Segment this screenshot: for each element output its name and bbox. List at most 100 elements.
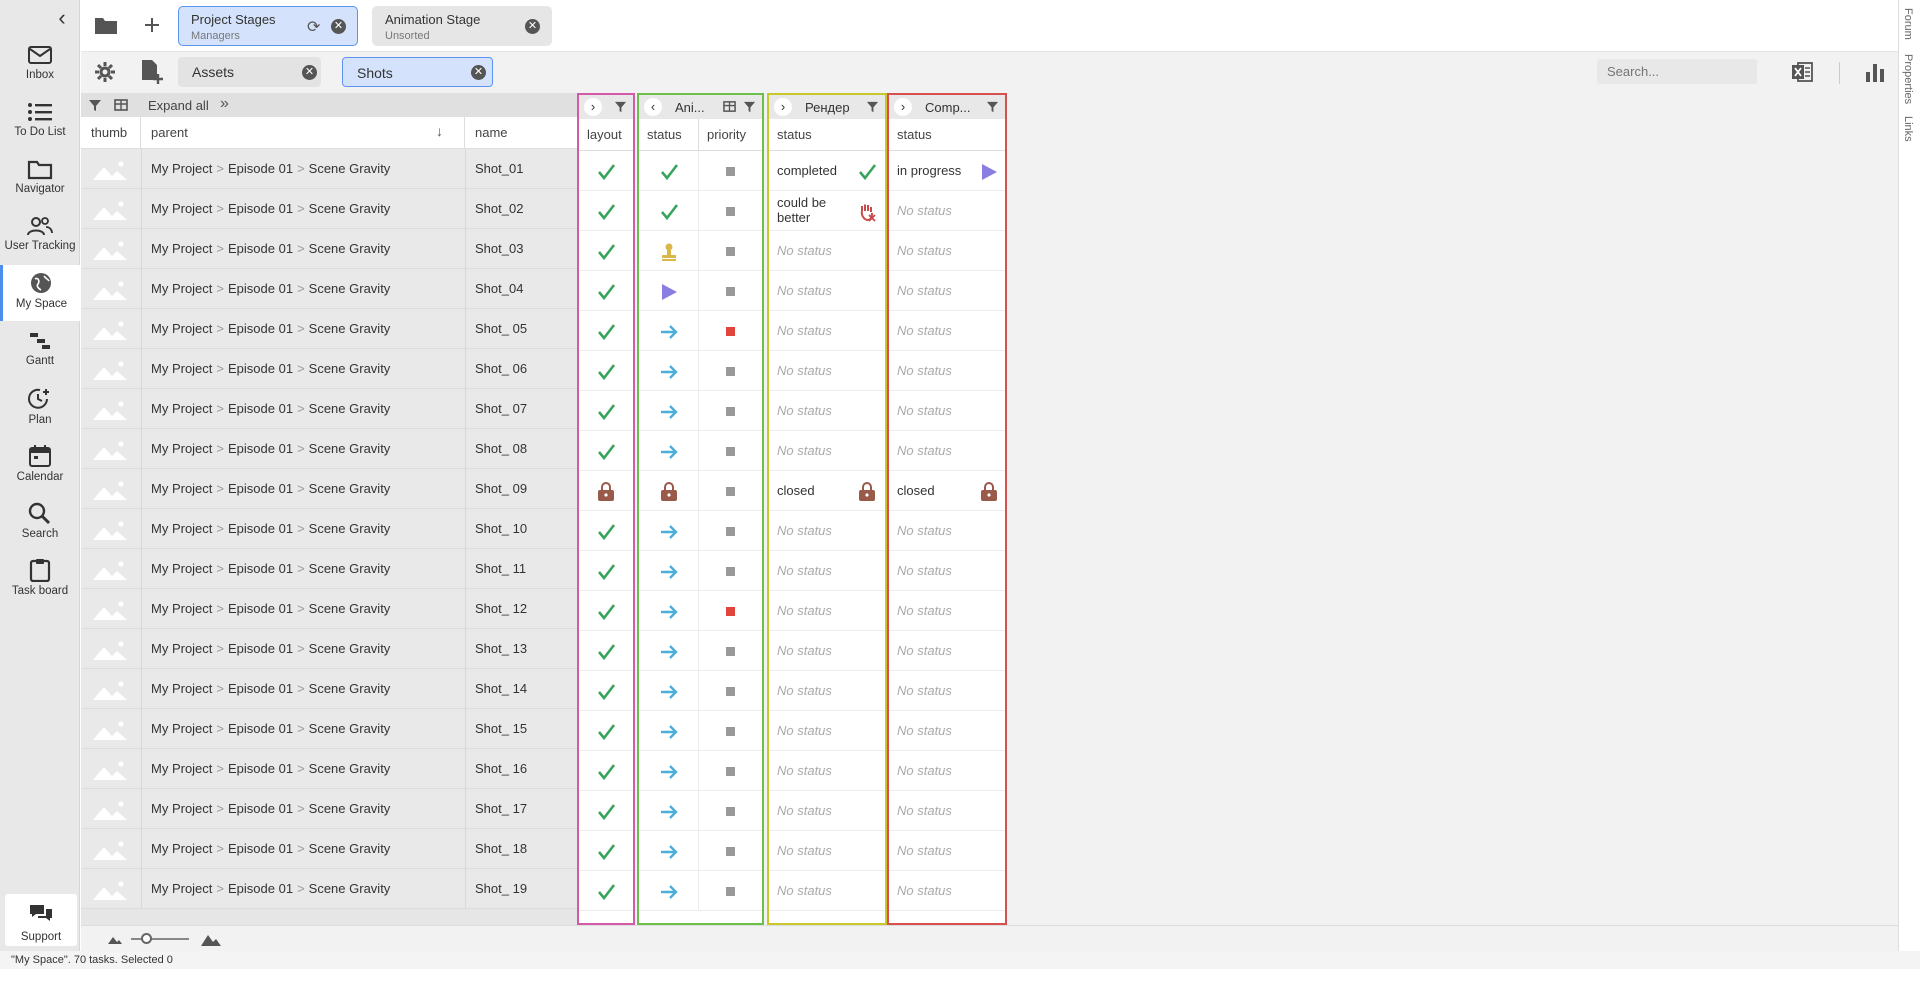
breadcrumb-segment[interactable]: Scene Gravity — [309, 361, 391, 376]
render-status-cell[interactable]: No status — [769, 551, 885, 591]
parent-path[interactable]: My Project > Episode 01 > Scene Gravity — [151, 441, 390, 456]
comp-status-cell[interactable]: No status — [889, 591, 1005, 631]
shot-name[interactable]: Shot_ 15 — [475, 721, 527, 736]
parent-path[interactable]: My Project > Episode 01 > Scene Gravity — [151, 721, 390, 736]
sidebar-item-calendar[interactable]: Calendar — [0, 444, 80, 500]
breadcrumb-segment[interactable]: My Project — [151, 561, 212, 576]
animation-status-cell[interactable] — [639, 591, 699, 631]
breadcrumb-segment[interactable]: My Project — [151, 681, 212, 696]
check-icon[interactable] — [596, 802, 616, 822]
gear-icon[interactable] — [93, 60, 117, 84]
parent-path[interactable]: My Project > Episode 01 > Scene Gravity — [151, 841, 390, 856]
sidebar-item-search[interactable]: Search — [0, 501, 80, 557]
table-row[interactable]: My Project > Episode 01 > Scene Gravity Shot_… — [81, 469, 577, 509]
sidebar-item-gantt[interactable]: Gantt — [0, 330, 80, 386]
chevron-left-icon[interactable]: ‹ — [52, 7, 72, 29]
render-status-cell[interactable]: No status — [769, 431, 885, 471]
breadcrumb-segment[interactable]: Scene Gravity — [309, 721, 391, 736]
check-icon[interactable] — [596, 202, 616, 222]
layout-status-cell[interactable] — [579, 471, 633, 511]
expand-all-button[interactable]: Expand all — [148, 98, 209, 113]
sidebar-item-my-space[interactable]: My Space — [0, 265, 80, 321]
breadcrumb-segment[interactable]: Scene Gravity — [309, 201, 391, 216]
check-icon[interactable] — [857, 162, 877, 182]
comp-status-cell[interactable]: No status — [889, 791, 1005, 831]
check-icon[interactable] — [659, 162, 679, 182]
priority-cell[interactable] — [699, 311, 762, 351]
priority-cell[interactable] — [699, 751, 762, 791]
shot-name[interactable]: Shot_ 19 — [475, 881, 527, 896]
filter-icon[interactable] — [743, 100, 756, 113]
filter-icon[interactable] — [866, 100, 879, 113]
animation-status-cell[interactable] — [639, 351, 699, 391]
arrow-right-icon[interactable] — [659, 402, 679, 422]
tab-animation-stage[interactable]: Animation Stage Unsorted ✕ — [372, 6, 552, 46]
comp-status-cell[interactable]: No status — [889, 631, 1005, 671]
column-header-status[interactable]: status — [769, 119, 885, 151]
breadcrumb-segment[interactable]: Episode 01 — [228, 681, 293, 696]
table-row[interactable]: My Project > Episode 01 > Scene Gravity Shot_… — [81, 389, 577, 429]
breadcrumb-segment[interactable]: My Project — [151, 441, 212, 456]
check-icon[interactable] — [596, 282, 616, 302]
priority-cell[interactable] — [699, 471, 762, 511]
layout-status-cell[interactable] — [579, 751, 633, 791]
breadcrumb-segment[interactable]: Episode 01 — [228, 441, 293, 456]
table-row[interactable]: My Project > Episode 01 > Scene Gravity Shot_… — [81, 549, 577, 589]
breadcrumb-segment[interactable]: Scene Gravity — [309, 521, 391, 536]
check-icon[interactable] — [596, 162, 616, 182]
comp-status-cell[interactable]: No status — [889, 831, 1005, 871]
tab-shots[interactable]: Shots ✕ — [342, 57, 493, 87]
breadcrumb-segment[interactable]: Scene Gravity — [309, 681, 391, 696]
chevron-right-icon[interactable]: › — [584, 98, 602, 116]
shot-name[interactable]: Shot_ 09 — [475, 481, 527, 496]
parent-path[interactable]: My Project > Episode 01 > Scene Gravity — [151, 281, 390, 296]
breadcrumb-segment[interactable]: Scene Gravity — [309, 481, 391, 496]
animation-status-cell[interactable] — [639, 791, 699, 831]
table-row[interactable]: My Project > Episode 01 > Scene Gravity Shot_… — [81, 869, 577, 909]
arrow-right-icon[interactable] — [659, 682, 679, 702]
comp-status-cell[interactable]: No status — [889, 351, 1005, 391]
render-status-cell[interactable]: No status — [769, 711, 885, 751]
lock-icon[interactable] — [857, 482, 877, 502]
close-icon[interactable]: ✕ — [331, 19, 346, 34]
priority-cell[interactable] — [699, 431, 762, 471]
zoom-slider-handle[interactable] — [141, 933, 152, 944]
check-icon[interactable] — [596, 242, 616, 262]
layout-status-cell[interactable] — [579, 871, 633, 911]
breadcrumb-segment[interactable]: Scene Gravity — [309, 561, 391, 576]
breadcrumb-segment[interactable]: My Project — [151, 641, 212, 656]
check-icon[interactable] — [596, 322, 616, 342]
check-icon[interactable] — [596, 362, 616, 382]
table-row[interactable]: My Project > Episode 01 > Scene Gravity Shot_… — [81, 749, 577, 789]
column-header-thumb[interactable]: thumb — [81, 117, 141, 149]
column-header-name[interactable]: name — [465, 117, 577, 149]
layout-status-cell[interactable] — [579, 791, 633, 831]
filter-icon[interactable] — [986, 100, 999, 113]
breadcrumb-segment[interactable]: My Project — [151, 761, 212, 776]
breadcrumb-segment[interactable]: My Project — [151, 521, 212, 536]
arrow-right-icon[interactable] — [659, 722, 679, 742]
column-header-priority[interactable]: priority — [699, 119, 762, 151]
render-status-cell[interactable]: No status — [769, 511, 885, 551]
parent-path[interactable]: My Project > Episode 01 > Scene Gravity — [151, 801, 390, 816]
breadcrumb-segment[interactable]: My Project — [151, 481, 212, 496]
play-icon[interactable] — [659, 282, 679, 302]
table-row[interactable]: My Project > Episode 01 > Scene Gravity Shot_… — [81, 669, 577, 709]
table-row[interactable]: My Project > Episode 01 > Scene Gravity Shot_… — [81, 309, 577, 349]
parent-path[interactable]: My Project > Episode 01 > Scene Gravity — [151, 361, 390, 376]
chevron-right-icon[interactable]: › — [894, 98, 912, 116]
play-icon[interactable] — [979, 162, 999, 182]
table-row[interactable]: My Project > Episode 01 > Scene Gravity Shot_… — [81, 629, 577, 669]
priority-cell[interactable] — [699, 871, 762, 911]
small-image-icon[interactable] — [107, 932, 123, 946]
animation-status-cell[interactable] — [639, 871, 699, 911]
render-status-cell[interactable]: No status — [769, 311, 885, 351]
breadcrumb-segment[interactable]: Episode 01 — [228, 641, 293, 656]
breadcrumb-segment[interactable]: My Project — [151, 401, 212, 416]
animation-status-cell[interactable] — [639, 751, 699, 791]
shot-name[interactable]: Shot_ 07 — [475, 401, 527, 416]
column-header-layout[interactable]: layout — [579, 119, 633, 151]
breadcrumb-segment[interactable]: Episode 01 — [228, 361, 293, 376]
breadcrumb-segment[interactable]: Episode 01 — [228, 881, 293, 896]
arrow-right-icon[interactable] — [659, 362, 679, 382]
